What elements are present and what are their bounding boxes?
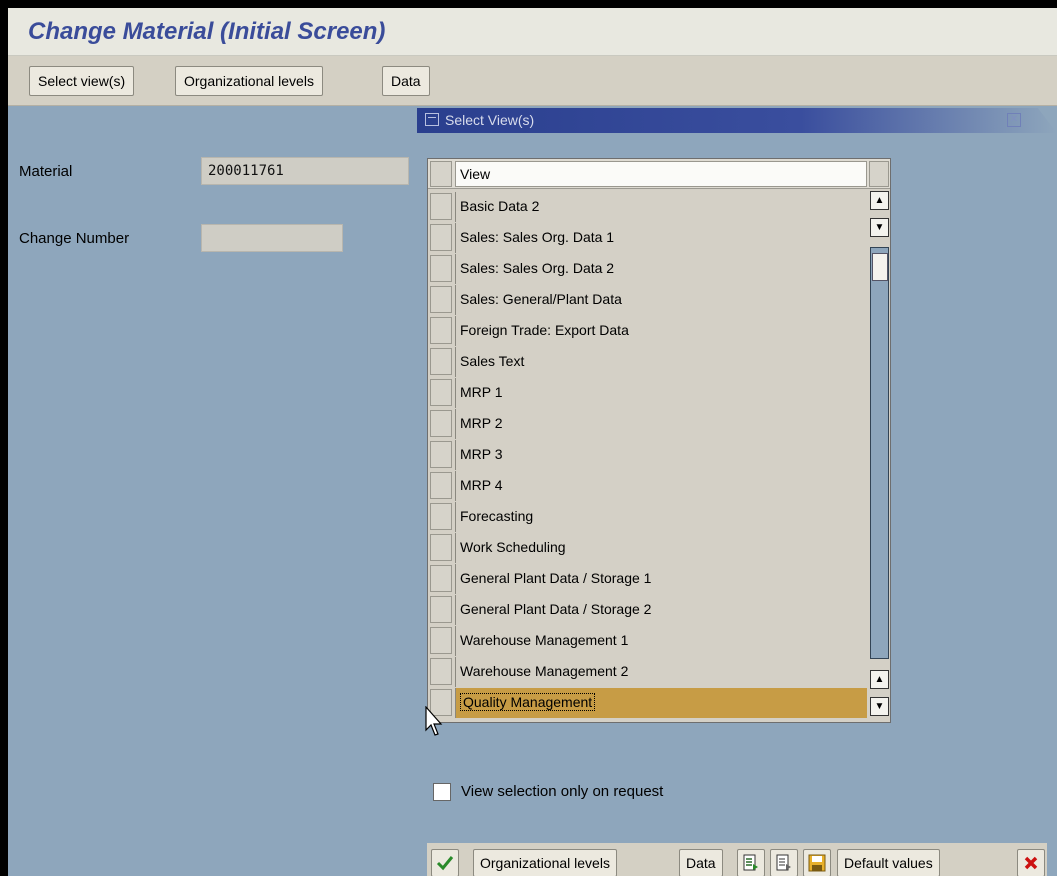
- dialog-footer-toolbar: Organizational levels Data Default value…: [427, 843, 1047, 876]
- table-row[interactable]: Basic Data 2: [428, 191, 868, 222]
- table-row[interactable]: MRP 3: [428, 439, 868, 470]
- organizational-levels-button[interactable]: Organizational levels: [175, 66, 323, 96]
- row-selector[interactable]: [430, 193, 452, 220]
- cancel-icon[interactable]: [1017, 849, 1045, 876]
- row-selector[interactable]: [430, 317, 452, 344]
- row-selector[interactable]: [430, 596, 452, 623]
- views-table: View Basic Data 2 Sales: Sales Org. Data…: [427, 158, 891, 723]
- select-views-button[interactable]: Select view(s): [29, 66, 135, 96]
- row-label: Warehouse Management 1: [455, 626, 867, 656]
- table-header: View: [428, 159, 890, 189]
- row-label: Forecasting: [455, 502, 867, 532]
- select-all-rows-button[interactable]: [430, 161, 452, 187]
- row-label: MRP 3: [455, 440, 867, 470]
- row-selector[interactable]: [430, 379, 452, 406]
- row-label: Sales Text: [455, 347, 867, 377]
- table-row[interactable]: Warehouse Management 2: [428, 656, 868, 687]
- data-button[interactable]: Data: [382, 66, 430, 96]
- table-row[interactable]: General Plant Data / Storage 1: [428, 563, 868, 594]
- row-label: Warehouse Management 2: [455, 657, 867, 687]
- row-selector[interactable]: [430, 503, 452, 530]
- row-label: Sales: Sales Org. Data 1: [455, 223, 867, 253]
- table-row-selected[interactable]: Quality Management: [428, 687, 868, 718]
- close-icon[interactable]: ✕: [1007, 113, 1021, 127]
- view-selection-checkbox[interactable]: [433, 783, 451, 801]
- table-row[interactable]: Warehouse Management 1: [428, 625, 868, 656]
- row-selector[interactable]: [430, 410, 452, 437]
- dialog-window-icon: [425, 113, 439, 126]
- mouse-cursor-icon: [425, 706, 443, 736]
- default-values-button[interactable]: Default values: [837, 849, 940, 876]
- table-row[interactable]: MRP 4: [428, 470, 868, 501]
- view-selection-label: View selection only on request: [461, 783, 664, 800]
- organizational-levels-button[interactable]: Organizational levels: [473, 849, 617, 876]
- dialog-body: View Basic Data 2 Sales: Sales Org. Data…: [417, 133, 1049, 876]
- save-icon[interactable]: [803, 849, 831, 876]
- table-row[interactable]: MRP 2: [428, 408, 868, 439]
- row-selector[interactable]: [430, 627, 452, 654]
- data-button[interactable]: Data: [679, 849, 723, 876]
- table-settings-corner[interactable]: [869, 161, 889, 187]
- row-label: Work Scheduling: [455, 533, 867, 563]
- row-label: Quality Management: [455, 688, 867, 718]
- row-label: Sales: Sales Org. Data 2: [455, 254, 867, 284]
- table-row[interactable]: Work Scheduling: [428, 532, 868, 563]
- scrollbar-track[interactable]: [870, 247, 889, 659]
- row-label: MRP 4: [455, 471, 867, 501]
- row-selector[interactable]: [430, 472, 452, 499]
- table-row[interactable]: Forecasting: [428, 501, 868, 532]
- row-selector[interactable]: [430, 441, 452, 468]
- row-selector[interactable]: [430, 534, 452, 561]
- select-views-dialog: Select View(s) ✕ View Basic Data 2 Sales…: [417, 108, 1057, 876]
- row-selector[interactable]: [430, 565, 452, 592]
- row-label: MRP 1: [455, 378, 867, 408]
- row-label: General Plant Data / Storage 1: [455, 564, 867, 594]
- application-toolbar: Select view(s) Organizational levels Dat…: [8, 56, 1057, 106]
- scroll-to-top-icon[interactable]: ▲: [870, 191, 889, 210]
- row-label: Basic Data 2: [455, 192, 867, 222]
- scroll-up-icon[interactable]: ▲: [870, 670, 889, 689]
- table-row[interactable]: Foreign Trade: Export Data: [428, 315, 868, 346]
- row-selector[interactable]: [430, 658, 452, 685]
- dialog-title: Select View(s): [445, 112, 535, 128]
- column-header-view[interactable]: View: [455, 161, 867, 187]
- checkmark-icon[interactable]: [431, 849, 459, 876]
- change-number-field[interactable]: [201, 224, 343, 252]
- row-label: Foreign Trade: Export Data: [455, 316, 867, 346]
- change-number-label: Change Number: [19, 230, 130, 247]
- deselect-all-icon[interactable]: [770, 849, 798, 876]
- scrollbar-thumb[interactable]: [872, 253, 888, 281]
- row-selector[interactable]: [430, 348, 452, 375]
- title-bar: Change Material (Initial Screen): [8, 8, 1057, 56]
- scroll-page-down-icon[interactable]: ▼: [870, 218, 889, 237]
- material-field[interactable]: 200011761: [201, 157, 409, 185]
- table-row[interactable]: Sales Text: [428, 346, 868, 377]
- table-row[interactable]: Sales: Sales Org. Data 2: [428, 253, 868, 284]
- row-selector[interactable]: [430, 286, 452, 313]
- focused-row-text: Quality Management: [460, 693, 596, 711]
- vertical-scrollbar[interactable]: ▲ ▼ ▲ ▼: [869, 191, 890, 721]
- table-row[interactable]: MRP 1: [428, 377, 868, 408]
- row-label: General Plant Data / Storage 2: [455, 595, 867, 625]
- row-selector[interactable]: [430, 224, 452, 251]
- material-label: Material: [19, 163, 73, 180]
- page-title: Change Material (Initial Screen): [28, 18, 386, 45]
- row-selector[interactable]: [430, 255, 452, 282]
- table-row[interactable]: Sales: General/Plant Data: [428, 284, 868, 315]
- table-row[interactable]: General Plant Data / Storage 2: [428, 594, 868, 625]
- row-label: MRP 2: [455, 409, 867, 439]
- select-all-icon[interactable]: [737, 849, 765, 876]
- row-label: Sales: General/Plant Data: [455, 285, 867, 315]
- dialog-titlebar: Select View(s) ✕: [417, 108, 1057, 133]
- scroll-down-icon[interactable]: ▼: [870, 697, 889, 716]
- table-row[interactable]: Sales: Sales Org. Data 1: [428, 222, 868, 253]
